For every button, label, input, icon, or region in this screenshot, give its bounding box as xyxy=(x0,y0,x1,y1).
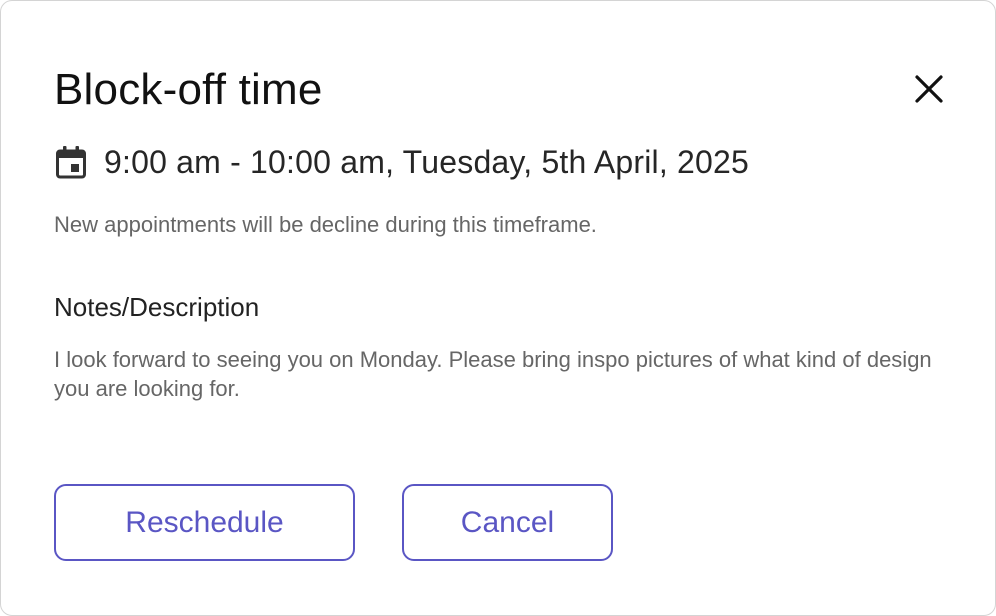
dialog-title: Block-off time xyxy=(54,65,323,114)
block-off-time-dialog: Block-off time 9:00 am - 10:00 am, Tuesd… xyxy=(0,0,996,616)
datetime-row: 9:00 am - 10:00 am, Tuesday, 5th April, … xyxy=(54,141,749,183)
close-button[interactable] xyxy=(907,69,951,113)
notes-description: I look forward to seeing you on Monday. … xyxy=(54,347,932,401)
decline-notice: New appointments will be decline during … xyxy=(54,212,597,237)
appointment-datetime: 9:00 am - 10:00 am, Tuesday, 5th April, … xyxy=(104,144,750,180)
notes-label: Notes/Description xyxy=(54,292,260,322)
close-icon xyxy=(913,73,945,110)
calendar-icon xyxy=(54,145,88,179)
reschedule-button[interactable]: Reschedule xyxy=(54,484,355,561)
cancel-button[interactable]: Cancel xyxy=(402,484,613,561)
